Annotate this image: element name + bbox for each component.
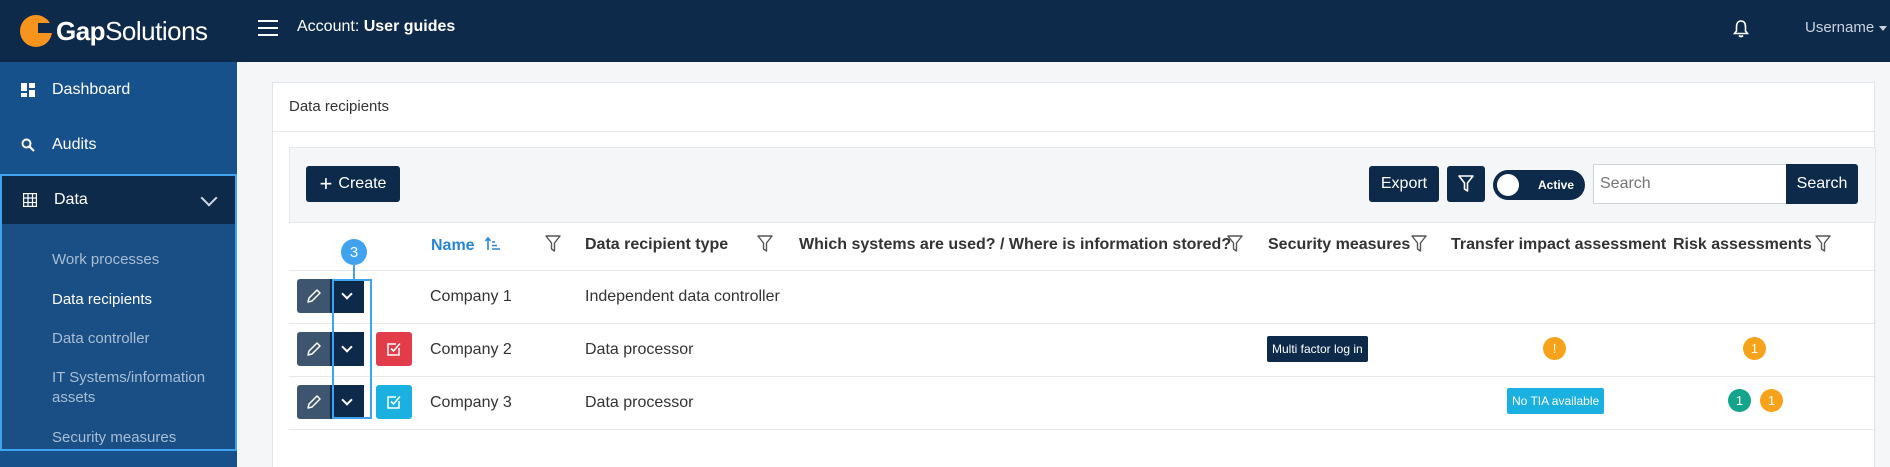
create-button[interactable]: + Create bbox=[306, 166, 400, 202]
sidebar-subitem-security-measures[interactable]: Security measures bbox=[52, 428, 176, 448]
logo-mark-icon bbox=[20, 15, 54, 47]
tia-status-tag: No TIA available bbox=[1507, 388, 1605, 414]
edit-button[interactable] bbox=[297, 332, 331, 366]
sidebar-data-section: Data Work processes Data recipients Data… bbox=[0, 174, 237, 451]
menu-icon[interactable] bbox=[258, 20, 278, 36]
edit-button[interactable] bbox=[297, 385, 331, 419]
column-header-tia[interactable]: Transfer impact assessment bbox=[1451, 236, 1666, 254]
sidebar-subitem-data-controller[interactable]: Data controller bbox=[52, 329, 150, 349]
sidebar-item-data[interactable]: Data bbox=[2, 176, 235, 224]
pencil-icon bbox=[307, 342, 321, 356]
filter-icon[interactable] bbox=[757, 235, 773, 253]
column-header-risk[interactable]: Risk assessments bbox=[1673, 236, 1812, 254]
column-header-type[interactable]: Data recipient type bbox=[585, 236, 728, 254]
filter-icon bbox=[1458, 175, 1474, 192]
column-header-security[interactable]: Security measures bbox=[1268, 236, 1410, 254]
pencil-icon bbox=[307, 289, 321, 303]
filter-icon[interactable] bbox=[1815, 235, 1831, 253]
gapsolutions-logo[interactable]: GapSolutions bbox=[20, 12, 208, 50]
user-menu[interactable]: Username bbox=[1805, 19, 1887, 36]
table-icon bbox=[23, 193, 37, 207]
sort-ascending-icon bbox=[484, 236, 501, 250]
status-check-button[interactable] bbox=[376, 385, 412, 419]
row-type: Data processor bbox=[585, 394, 694, 411]
sidebar-item-label: Dashboard bbox=[52, 80, 131, 98]
search-input[interactable] bbox=[1593, 164, 1791, 204]
plus-icon: + bbox=[319, 171, 333, 196]
filter-icon[interactable] bbox=[545, 235, 561, 253]
column-header-systems[interactable]: Which systems are used? / Where is infor… bbox=[799, 236, 1231, 254]
search-button[interactable]: Search bbox=[1786, 164, 1858, 204]
bell-icon[interactable] bbox=[1733, 20, 1749, 38]
export-button[interactable]: Export bbox=[1369, 166, 1439, 202]
row-name[interactable]: Company 2 bbox=[430, 341, 512, 359]
chevron-down-icon[interactable] bbox=[200, 189, 218, 207]
top-bar: GapSolutions Account: User guides Userna… bbox=[0, 0, 1890, 62]
filter-icon[interactable] bbox=[1411, 235, 1427, 253]
status-check-button[interactable] bbox=[376, 332, 412, 366]
sidebar-item-dashboard[interactable]: Dashboard bbox=[0, 62, 237, 117]
pencil-icon bbox=[307, 395, 321, 409]
active-toggle[interactable]: Active bbox=[1493, 170, 1585, 200]
risk-badge: 1 bbox=[1743, 337, 1766, 360]
dropdown-column-highlight bbox=[332, 279, 372, 419]
sidebar-item-audits[interactable]: Audits bbox=[0, 117, 237, 172]
checkbox-icon bbox=[387, 395, 401, 409]
sidebar-subitem-it-systems[interactable]: IT Systems/information assets bbox=[52, 368, 212, 408]
row-name[interactable]: Company 3 bbox=[430, 394, 512, 412]
step-badge: 3 bbox=[341, 239, 367, 265]
sidebar: Dashboard Audits Data Work processes Dat… bbox=[0, 62, 237, 467]
row-type: Independent data controller bbox=[585, 288, 780, 305]
sidebar-subitem-work-processes[interactable]: Work processes bbox=[52, 250, 159, 270]
risk-badge: 1 bbox=[1760, 389, 1783, 412]
search-icon bbox=[21, 138, 35, 152]
row-name[interactable]: Company 1 bbox=[430, 288, 512, 306]
checkbox-icon bbox=[387, 342, 401, 356]
main-panel: Data recipients + Create Export Active S… bbox=[272, 82, 1876, 467]
column-header-name[interactable]: Name bbox=[431, 236, 501, 255]
tia-warning-badge: ! bbox=[1543, 337, 1566, 360]
dashboard-icon bbox=[21, 82, 35, 97]
sidebar-subitem-data-recipients[interactable]: Data recipients bbox=[52, 290, 152, 310]
edit-button[interactable] bbox=[297, 279, 331, 313]
account-name: User guides bbox=[363, 18, 456, 35]
security-measure-tag: Multi factor log in bbox=[1267, 336, 1368, 362]
filter-button[interactable] bbox=[1447, 166, 1485, 202]
sidebar-item-label: Audits bbox=[52, 135, 97, 153]
account-label: Account: User guides bbox=[297, 18, 456, 35]
filter-icon[interactable] bbox=[1227, 235, 1243, 253]
sidebar-item-label: Data bbox=[54, 191, 88, 208]
toolbar: + Create Export Active Search bbox=[289, 147, 1876, 223]
page-title: Data recipients bbox=[289, 98, 390, 115]
risk-badge: 1 bbox=[1728, 389, 1751, 412]
row-type: Data processor bbox=[585, 341, 694, 358]
